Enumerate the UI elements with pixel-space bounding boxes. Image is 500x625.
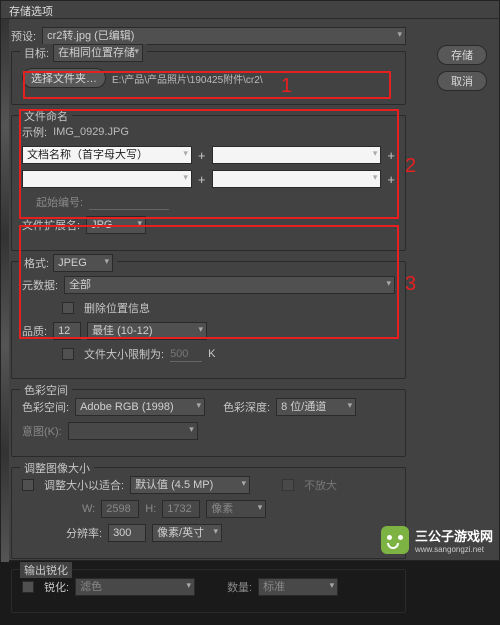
depth-label: 色彩深度: xyxy=(223,399,270,415)
no-enlarge-label: 不放大 xyxy=(304,477,337,493)
remove-location-checkbox[interactable] xyxy=(62,302,74,314)
seg1-select[interactable]: 文档名称（首字母大写） xyxy=(22,146,192,164)
sharpen-legend: 输出锐化 xyxy=(20,562,72,578)
annotation-num-2: 2 xyxy=(405,155,416,178)
intent-label: 意图(K): xyxy=(22,423,62,439)
h-input xyxy=(162,500,200,518)
resize-legend: 调整图像大小 xyxy=(20,460,94,476)
h-label: H: xyxy=(145,503,156,515)
res-input[interactable] xyxy=(108,524,146,542)
filename-legend: 文件命名 xyxy=(20,108,72,124)
preset-label: 预设: xyxy=(11,28,36,44)
fit-label: 调整大小以适合: xyxy=(44,477,124,493)
annotation-num-1: 1 xyxy=(281,75,292,98)
resize-fieldset: 调整图像大小 调整大小以适合: 默认值 (4.5 MP) 不放大 W: H: 像… xyxy=(11,467,406,559)
preset-select[interactable]: cr2转.jpg (已编辑) xyxy=(42,27,406,45)
format-fieldset: 格式: JPEG 元数据: 全部 删除位置信息 品质: 最佳 (10-12) xyxy=(11,261,406,379)
plus-icon: + xyxy=(198,148,206,163)
fit-select[interactable]: 默认值 (4.5 MP) xyxy=(130,476,250,494)
example-value: IMG_0929.JPG xyxy=(53,126,129,138)
seg2-select[interactable] xyxy=(212,146,382,164)
res-label: 分辨率: xyxy=(66,525,102,541)
filename-fieldset: 文件命名 示例: IMG_0929.JPG 文档名称（首字母大写） + + + … xyxy=(11,115,406,251)
target-path: E:\产品\产品照片\190425附件\cr2\ xyxy=(112,71,263,86)
limit-value-input[interactable] xyxy=(170,346,202,362)
seg4-select[interactable] xyxy=(212,170,382,188)
colorspace-legend: 色彩空间 xyxy=(20,382,72,398)
sharpen-amount-select: 标准 xyxy=(258,578,338,596)
quality-preset-select[interactable]: 最佳 (10-12) xyxy=(87,322,207,340)
pick-folder-button[interactable]: 选择文件夹… xyxy=(22,68,106,88)
sharpen-amount-label: 数量: xyxy=(227,579,252,595)
space-label: 色彩空间: xyxy=(22,399,69,415)
sharpen-label: 锐化: xyxy=(44,579,69,595)
watermark: 三公子游戏网 www.sangongzi.net xyxy=(381,526,493,554)
ext-select[interactable]: JPG xyxy=(86,216,146,234)
format-legend: 格式: xyxy=(24,255,49,271)
sharpen-checkbox[interactable] xyxy=(22,581,34,593)
window-title: 存储选项 xyxy=(9,6,53,18)
window-titlebar: 存储选项 xyxy=(1,1,499,19)
fit-checkbox[interactable] xyxy=(22,479,34,491)
plus-icon: + xyxy=(387,172,395,187)
remove-location-label: 删除位置信息 xyxy=(84,300,150,316)
plus-icon: + xyxy=(387,148,395,163)
watermark-brand: 三公子游戏网 xyxy=(415,529,493,544)
w-input xyxy=(101,500,139,518)
example-label: 示例: xyxy=(22,124,47,140)
annotation-num-3: 3 xyxy=(405,273,416,296)
depth-select[interactable]: 8 位/通道 xyxy=(276,398,356,416)
wh-unit-select: 像素 xyxy=(206,500,266,518)
cancel-button[interactable]: 取消 xyxy=(437,71,487,91)
target-legend: 目标: xyxy=(24,45,49,61)
limit-unit: K xyxy=(208,348,215,360)
limit-checkbox[interactable] xyxy=(62,348,74,360)
preset-row: 预设: cr2转.jpg (已编辑) xyxy=(11,27,406,45)
plus-icon: + xyxy=(198,172,206,187)
seg3-select[interactable] xyxy=(22,170,192,188)
save-options-window: 存储选项 预设: cr2转.jpg (已编辑) 目标: 在相同位置存储 xyxy=(0,0,500,561)
start-number-input[interactable] xyxy=(89,194,169,210)
watermark-url: www.sangongzi.net xyxy=(415,545,493,554)
res-unit-select[interactable]: 像素/英寸 xyxy=(152,524,222,542)
start-label: 起始编号: xyxy=(36,194,83,210)
quality-num-input[interactable] xyxy=(53,322,81,340)
ext-label: 文件扩展名: xyxy=(22,217,80,233)
save-button[interactable]: 存储 xyxy=(437,45,487,65)
space-select[interactable]: Adobe RGB (1998) xyxy=(75,398,205,416)
quality-label: 品质: xyxy=(22,323,47,339)
colorspace-fieldset: 色彩空间 色彩空间: Adobe RGB (1998) 色彩深度: 8 位/通道… xyxy=(11,389,406,457)
sharpen-for-select: 滤色 xyxy=(75,578,195,596)
metadata-label: 元数据: xyxy=(22,277,58,293)
format-select[interactable]: JPEG xyxy=(53,254,113,272)
watermark-icon xyxy=(381,526,409,554)
right-button-column: 存储 取消 xyxy=(437,45,487,91)
sharpen-fieldset: 输出锐化 锐化: 滤色 数量: 标准 xyxy=(11,569,406,613)
no-enlarge-checkbox xyxy=(282,479,294,491)
target-fieldset: 目标: 在相同位置存储 选择文件夹… E:\产品\产品照片\190425附件\c… xyxy=(11,51,406,105)
metadata-select[interactable]: 全部 xyxy=(64,276,395,294)
limit-label: 文件大小限制为: xyxy=(84,346,164,362)
intent-select xyxy=(68,422,198,440)
target-select[interactable]: 在相同位置存储 xyxy=(53,44,143,62)
w-label: W: xyxy=(82,503,95,515)
